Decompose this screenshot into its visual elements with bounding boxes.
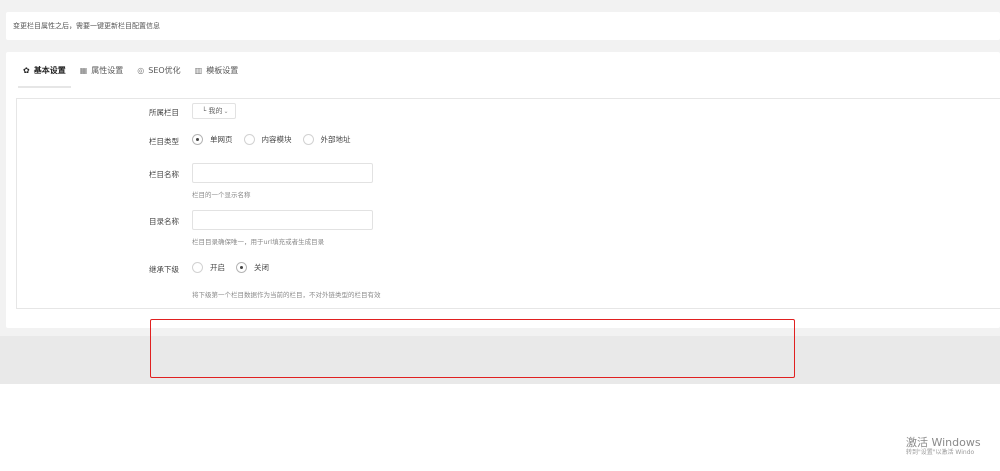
inherit-help: 将下级第一个栏目数据作为当前的栏目，不对外链类型的栏目有效 (192, 291, 381, 299)
form-container: 所属栏目 └ 我的⌄ 栏目类型 单网页 内容模块 外部地址 栏目名称 栏目的一个… (16, 98, 1000, 309)
tab-label: 基本设置 (33, 65, 66, 75)
column-type-radio-group: 单网页 内容模块 外部地址 (192, 134, 362, 145)
radio-content-module[interactable]: 内容模块 (243, 134, 292, 145)
inherit-label: 继承下级 (149, 265, 179, 274)
radio-label: 单网页 (210, 135, 233, 144)
tab-seo[interactable]: ◎ SEO优化 (130, 52, 187, 88)
radio-single-page[interactable]: 单网页 (192, 134, 233, 145)
radio-circle (236, 262, 247, 273)
watermark-title: 激活 Windows (906, 436, 981, 449)
settings-panel: ✿ 基本设置 ▦ 属性设置 ◎ SEO优化 ▥ 模板设置 所属栏目 └ 我的⌄ … (6, 52, 1000, 328)
chevron-down-icon: ⌄ (223, 108, 229, 115)
directory-name-help: 栏目目录确保唯一，用于url填充或者生成目录 (192, 238, 325, 246)
column-type-label: 栏目类型 (149, 137, 179, 146)
radio-circle (243, 134, 255, 145)
tab-basic-settings[interactable]: ✿ 基本设置 (16, 52, 73, 88)
radio-label: 外部地址 (320, 135, 351, 144)
tab-label: 属性设置 (91, 65, 124, 75)
radio-inherit-on[interactable]: 开启 (192, 262, 225, 273)
directory-name-label: 目录名称 (149, 217, 179, 226)
radio-circle (192, 262, 203, 273)
notice-bar: 变更栏目属性之后，需要一键更新栏目配置信息 (6, 12, 1000, 40)
parent-column-value: └ 我的 (202, 107, 223, 115)
tab-bar: ✿ 基本设置 ▦ 属性设置 ◎ SEO优化 ▥ 模板设置 (16, 52, 245, 88)
inherit-radio-group: 开启 关闭 (192, 262, 280, 273)
tab-attribute-settings[interactable]: ▦ 属性设置 (73, 52, 131, 88)
radio-external-url[interactable]: 外部地址 (302, 134, 351, 145)
template-icon: ▥ (194, 65, 203, 75)
directory-name-input[interactable] (192, 210, 373, 230)
column-name-help: 栏目的一个显示名称 (192, 191, 251, 199)
gear-icon: ✿ (23, 65, 30, 75)
radio-label: 关闭 (254, 263, 269, 272)
radio-inherit-off[interactable]: 关闭 (236, 262, 269, 273)
parent-column-label: 所属栏目 (149, 108, 179, 117)
seo-icon: ◎ (137, 65, 145, 75)
highlight-box (150, 319, 795, 378)
windows-activation-watermark: 激活 Windows 转到"设置"以激活 Windo (906, 436, 981, 457)
radio-label: 开启 (210, 263, 225, 272)
column-name-label: 栏目名称 (149, 170, 179, 179)
column-name-input[interactable] (192, 163, 373, 183)
tab-template-settings[interactable]: ▥ 模板设置 (188, 52, 246, 88)
watermark-subtitle: 转到"设置"以激活 Windo (906, 449, 975, 456)
tab-label: SEO优化 (148, 65, 181, 75)
parent-column-select[interactable]: └ 我的⌄ (192, 103, 236, 119)
radio-circle (302, 134, 314, 145)
grid-icon: ▦ (79, 65, 88, 75)
tab-label: 模板设置 (206, 65, 239, 75)
radio-circle (192, 134, 203, 145)
radio-label: 内容模块 (261, 135, 292, 144)
notice-text: 变更栏目属性之后，需要一键更新栏目配置信息 (13, 22, 160, 30)
